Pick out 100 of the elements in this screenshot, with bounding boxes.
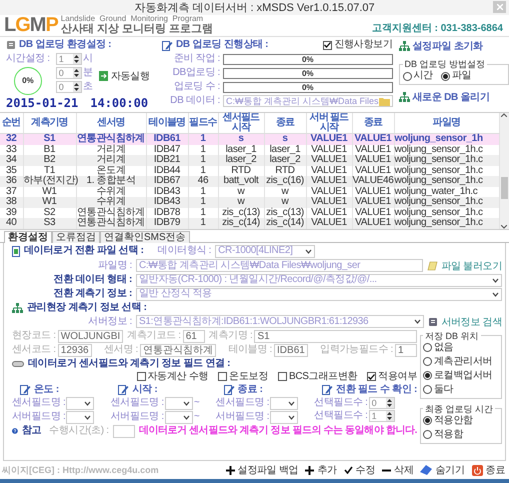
number-spinner[interactable]: 1 <box>368 410 395 422</box>
field-label: 계측기명 : <box>208 330 252 342</box>
auto-run-button[interactable]: 자동실행 <box>98 69 150 83</box>
field-label: 현장코드 : <box>12 330 56 342</box>
spinner-arrows-icon[interactable] <box>72 68 81 78</box>
text-field[interactable] <box>112 424 135 438</box>
field-select[interactable] <box>164 410 193 424</box>
radio-option[interactable]: 적용함 <box>423 428 499 440</box>
field-select[interactable] <box>66 410 94 424</box>
field-select[interactable] <box>270 410 298 424</box>
field-label: 입력가능필드수 : <box>320 344 393 356</box>
tab[interactable]: 오류점검 <box>52 230 100 242</box>
spinner-arrows-icon[interactable] <box>72 54 81 64</box>
toolbar-button[interactable]: 숨기기 <box>420 463 465 477</box>
progress-label: 업로딩 수 : <box>172 81 220 93</box>
progress-bar: 0% <box>223 54 393 64</box>
section-title: 데이터로거 센서필드와 계측기 정보 필드 연결 : <box>28 358 230 370</box>
option-checkbox[interactable]: 적용여부 <box>367 370 417 382</box>
dropdown-caret-icon <box>84 400 92 406</box>
logo-subtitle: Landslide Ground Monitoring Program <box>60 15 204 23</box>
field-label: 서버필드명 : <box>12 411 66 423</box>
text-field[interactable]: 연통관식침하계 <box>140 344 216 356</box>
option-checkbox[interactable]: 온도보정 <box>218 370 268 382</box>
tab[interactable]: 환경설정 <box>4 230 52 242</box>
toolbar-button[interactable]: 설정파일 백업 <box>226 463 298 477</box>
unit-label: 초 <box>82 81 93 93</box>
group-title: 전환 필드 수 확인 : <box>336 384 417 396</box>
dropdown-caret-icon <box>305 248 312 254</box>
scroll-up-icon[interactable] <box>501 113 508 117</box>
logo: LGMP <box>4 15 58 35</box>
dropdown-caret-icon <box>182 414 190 420</box>
field-select[interactable] <box>164 396 193 410</box>
option-checkbox[interactable]: BCS그래프변환 <box>278 370 358 382</box>
instrument-info-select[interactable]: 일반 산정식 적용 <box>136 288 502 300</box>
number-spinner[interactable]: 0 <box>56 81 82 93</box>
field-select[interactable] <box>270 396 298 410</box>
toolbar-button[interactable]: 종료 <box>472 463 505 477</box>
toolbar-button[interactable]: 수정 <box>344 463 376 477</box>
radio-option[interactable]: 파일 <box>440 70 472 82</box>
dropdown-caret-icon <box>84 414 92 420</box>
field-select[interactable] <box>66 396 94 410</box>
new-db-upload-button[interactable]: 새로운 DB 올리기 <box>398 90 509 104</box>
radio-option[interactable]: 적용안함 <box>423 414 499 426</box>
dropdown-caret-icon <box>492 292 499 296</box>
dropdown-caret-icon <box>288 400 296 406</box>
text-field[interactable]: WOLJUNGBI <box>58 330 124 342</box>
dropdown-caret-icon <box>288 414 296 420</box>
tab[interactable]: 연결확인SMS전송 <box>100 230 190 242</box>
scroll-down-icon[interactable] <box>501 224 508 228</box>
digital-time: 14:00:00 <box>90 97 148 110</box>
option-checkbox[interactable]: 자동계산 수행 <box>136 370 208 382</box>
radio-option[interactable]: 로컬백업서버 <box>423 370 499 382</box>
field-label: 계측기코드 : <box>127 330 181 342</box>
text-field[interactable]: 12936 <box>58 344 92 356</box>
scrollbar-thumb[interactable] <box>500 176 508 199</box>
text-field[interactable]: IDB61 <box>274 344 308 356</box>
text-field[interactable]: 61 <box>182 330 205 342</box>
reset-settings-button[interactable]: 설정파일 초기화 <box>398 39 509 53</box>
check-icon <box>344 466 353 474</box>
show-progress-checkbox[interactable]: 진행사항보기 <box>323 39 393 51</box>
toolbar-button[interactable]: 추가 <box>305 463 337 477</box>
group-title: DB 업로딩 방법설정 <box>404 58 486 70</box>
field-label: 센서필드명 : <box>110 397 164 409</box>
range-mark: ~ <box>194 397 200 409</box>
table-cell: VALUE1 <box>306 218 352 228</box>
plus-icon <box>226 466 235 474</box>
group-title: 최종 업로딩 시간 <box>424 402 494 414</box>
number-spinner[interactable]: 0 <box>56 67 82 79</box>
radio-option[interactable]: 계측관리서버 <box>423 356 499 368</box>
table-cell: 1 <box>188 218 218 228</box>
spinner-arrows-icon[interactable] <box>386 410 394 420</box>
network-icon <box>398 41 410 51</box>
table-cell: 연통관식침하계 <box>76 218 146 228</box>
number-spinner[interactable]: 0 <box>368 396 395 408</box>
progress-bar: 0% <box>223 82 393 92</box>
range-mark: ~ <box>194 411 200 423</box>
spinner-arrows-icon[interactable] <box>72 82 81 92</box>
radio-option[interactable]: 시간 <box>402 70 433 82</box>
load-file-button[interactable]: 파일 불러오기 <box>427 258 502 272</box>
minus-icon <box>382 468 392 472</box>
checkmark-icon <box>324 42 332 48</box>
section-title: DB 업로딩 진행상태 : <box>176 39 268 51</box>
dropdown-caret-icon <box>414 319 422 324</box>
field-label: 센서코드 : <box>12 344 56 356</box>
window-title: 자동화계측 데이터서버 : xMSDS Ver1.0.15.07.07 <box>134 2 375 14</box>
plus-icon <box>305 466 314 474</box>
table-cell: zis_c(14) <box>218 218 264 228</box>
field-label: 센서필드명 : <box>12 397 66 409</box>
table-cell: woljung_sensor_1h.c <box>394 218 499 228</box>
server-search-button[interactable]: 서버정보 검색 <box>428 314 502 328</box>
text-field[interactable]: S1 <box>254 330 417 342</box>
number-spinner[interactable]: 1 <box>56 53 82 65</box>
help-icon <box>12 426 18 436</box>
toolbar-button[interactable]: 삭제 <box>382 463 414 477</box>
unit-label: 시 <box>82 53 93 65</box>
field-label: 테이블명 : <box>228 344 272 356</box>
text-field[interactable]: 1 <box>395 344 417 356</box>
radio-option[interactable]: 둘다 <box>423 384 499 396</box>
radio-option[interactable]: 없음 <box>423 342 499 354</box>
spinner-arrows-icon[interactable] <box>386 398 394 408</box>
